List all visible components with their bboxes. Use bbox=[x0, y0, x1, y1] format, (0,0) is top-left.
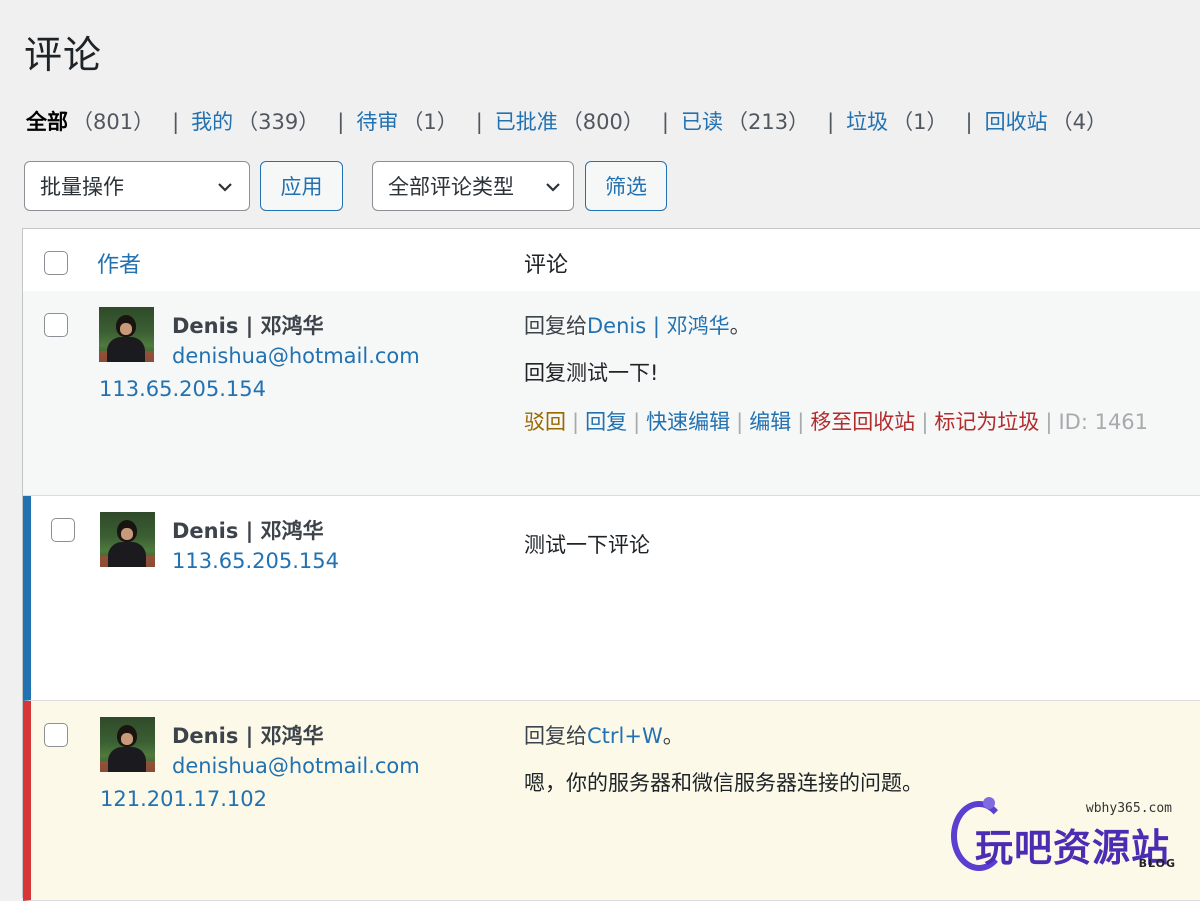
filter-separator: | bbox=[661, 110, 669, 134]
filter-spam-count: （1） bbox=[892, 110, 948, 134]
filter-all[interactable]: 全部 （801） bbox=[26, 110, 154, 134]
avatar bbox=[100, 717, 155, 772]
comment-type-select-value: 全部评论类型 bbox=[388, 175, 514, 199]
watermark-dot-icon bbox=[983, 797, 995, 809]
filter-pending[interactable]: 待审 （1） bbox=[356, 110, 457, 134]
table-row: Denis | 邓鸿华 denishua@hotmail.com 113.65.… bbox=[23, 291, 1200, 496]
watermark-url: wbhy365.com bbox=[1085, 801, 1172, 816]
filter-all-count: （801） bbox=[72, 110, 155, 134]
bulk-action-select-value: 批量操作 bbox=[40, 175, 124, 199]
reply-to-suffix: 。 bbox=[729, 314, 751, 338]
table-row: Denis | 邓鸿华 113.65.205.154 测试一下评论 bbox=[23, 496, 1200, 701]
author-name: Denis | 邓鸿华 bbox=[172, 519, 324, 543]
reply-to-suffix: 。 bbox=[662, 724, 684, 748]
filter-button[interactable]: 筛选 bbox=[585, 161, 667, 211]
select-all-checkbox[interactable] bbox=[44, 251, 68, 275]
filter-pending-count: （1） bbox=[402, 110, 458, 134]
chevron-down-icon bbox=[218, 183, 232, 192]
comment-text: 嗯，你的服务器和微信服务器连接的问题。 bbox=[524, 771, 923, 795]
unapprove-link[interactable]: 驳回 bbox=[524, 410, 566, 434]
column-comment: 评论 bbox=[524, 253, 569, 278]
filter-read[interactable]: 已读 （213） bbox=[681, 110, 809, 134]
row-checkbox[interactable] bbox=[51, 518, 75, 542]
comment-text: 测试一下评论 bbox=[524, 533, 650, 557]
author-email-link[interactable]: denishua@hotmail.com bbox=[172, 344, 420, 368]
filter-trash-count: （4） bbox=[1051, 110, 1107, 134]
action-separator: | bbox=[797, 410, 805, 434]
filter-approved-link[interactable]: 已批准 bbox=[495, 110, 558, 134]
filter-spam-link[interactable]: 垃圾 bbox=[846, 110, 888, 134]
row-checkbox[interactable] bbox=[44, 313, 68, 337]
reply-to-line: 回复给Denis | 邓鸿华。 bbox=[524, 310, 751, 340]
reply-to-prefix: 回复给 bbox=[524, 724, 587, 748]
avatar bbox=[100, 512, 155, 567]
edit-link[interactable]: 编辑 bbox=[749, 410, 791, 434]
action-separator: | bbox=[633, 410, 641, 434]
author-ip-link[interactable]: 113.65.205.154 bbox=[99, 377, 266, 401]
watermark-blog: BLOG bbox=[1138, 857, 1176, 870]
avatar bbox=[99, 307, 154, 362]
filter-read-link[interactable]: 已读 bbox=[681, 110, 723, 134]
trash-link[interactable]: 移至回收站 bbox=[810, 410, 915, 434]
filter-spam[interactable]: 垃圾 （1） bbox=[846, 110, 947, 134]
filter-separator: | bbox=[172, 110, 180, 134]
filter-mine[interactable]: 我的 （339） bbox=[191, 110, 319, 134]
action-separator: | bbox=[572, 410, 580, 434]
filter-read-count: （213） bbox=[726, 110, 810, 134]
filter-approved-count: （800） bbox=[561, 110, 644, 134]
comment-id: ID: 1461 bbox=[1058, 410, 1149, 434]
filter-separator: | bbox=[965, 110, 973, 134]
filter-trash-link[interactable]: 回收站 bbox=[985, 110, 1048, 134]
chevron-down-icon bbox=[546, 183, 560, 192]
filter-all-label: 全部 bbox=[26, 110, 68, 134]
reply-to-prefix: 回复给 bbox=[524, 314, 587, 338]
reply-link[interactable]: 回复 bbox=[585, 410, 627, 434]
watermark-logo: wbhy365.com 玩吧资源站 BLOG bbox=[945, 795, 1200, 890]
row-actions: 驳回 | 回复 | 快速编辑 | 编辑 | 移至回收站 | 标记为垃圾 | ID: 1461 bbox=[524, 406, 1148, 436]
column-author-sort[interactable]: 作者 bbox=[97, 247, 141, 279]
status-filter-links: 全部 （801） | 我的 （339） | 待审 （1） | 已批准 （800） | 已读 （213） | 垃… bbox=[26, 106, 1107, 136]
author-name: Denis | 邓鸿华 bbox=[172, 314, 324, 338]
filter-separator: | bbox=[337, 110, 345, 134]
reply-to-link[interactable]: Denis | 邓鸿华 bbox=[587, 314, 730, 338]
filter-mine-link[interactable]: 我的 bbox=[191, 110, 233, 134]
action-separator: | bbox=[1045, 410, 1053, 434]
filter-approved[interactable]: 已批准 （800） bbox=[495, 110, 644, 134]
page-title: 评论 bbox=[24, 33, 103, 77]
reply-to-line: 回复给Ctrl+W。 bbox=[524, 720, 684, 750]
author-name: Denis | 邓鸿华 bbox=[172, 724, 324, 748]
comment-type-select[interactable]: 全部评论类型 bbox=[372, 161, 574, 211]
author-email-link[interactable]: denishua@hotmail.com bbox=[172, 754, 420, 778]
comment-text: 回复测试一下! bbox=[524, 361, 659, 385]
filter-separator: | bbox=[475, 110, 483, 134]
filter-separator: | bbox=[827, 110, 835, 134]
apply-button[interactable]: 应用 bbox=[260, 161, 343, 211]
filter-pending-link[interactable]: 待审 bbox=[356, 110, 398, 134]
row-checkbox[interactable] bbox=[44, 723, 68, 747]
author-ip-link[interactable]: 121.201.17.102 bbox=[100, 787, 267, 811]
reply-to-link[interactable]: Ctrl+W bbox=[587, 724, 663, 748]
filter-trash[interactable]: 回收站 （4） bbox=[985, 110, 1107, 134]
author-ip-link[interactable]: 113.65.205.154 bbox=[172, 549, 339, 573]
filter-mine-count: （339） bbox=[237, 110, 320, 134]
table-header: 作者 评论 bbox=[23, 229, 1200, 292]
quick-edit-link[interactable]: 快速编辑 bbox=[646, 410, 730, 434]
bulk-action-select[interactable]: 批量操作 bbox=[24, 161, 250, 211]
action-separator: | bbox=[736, 410, 744, 434]
action-separator: | bbox=[921, 410, 929, 434]
spam-link[interactable]: 标记为垃圾 bbox=[934, 410, 1039, 434]
